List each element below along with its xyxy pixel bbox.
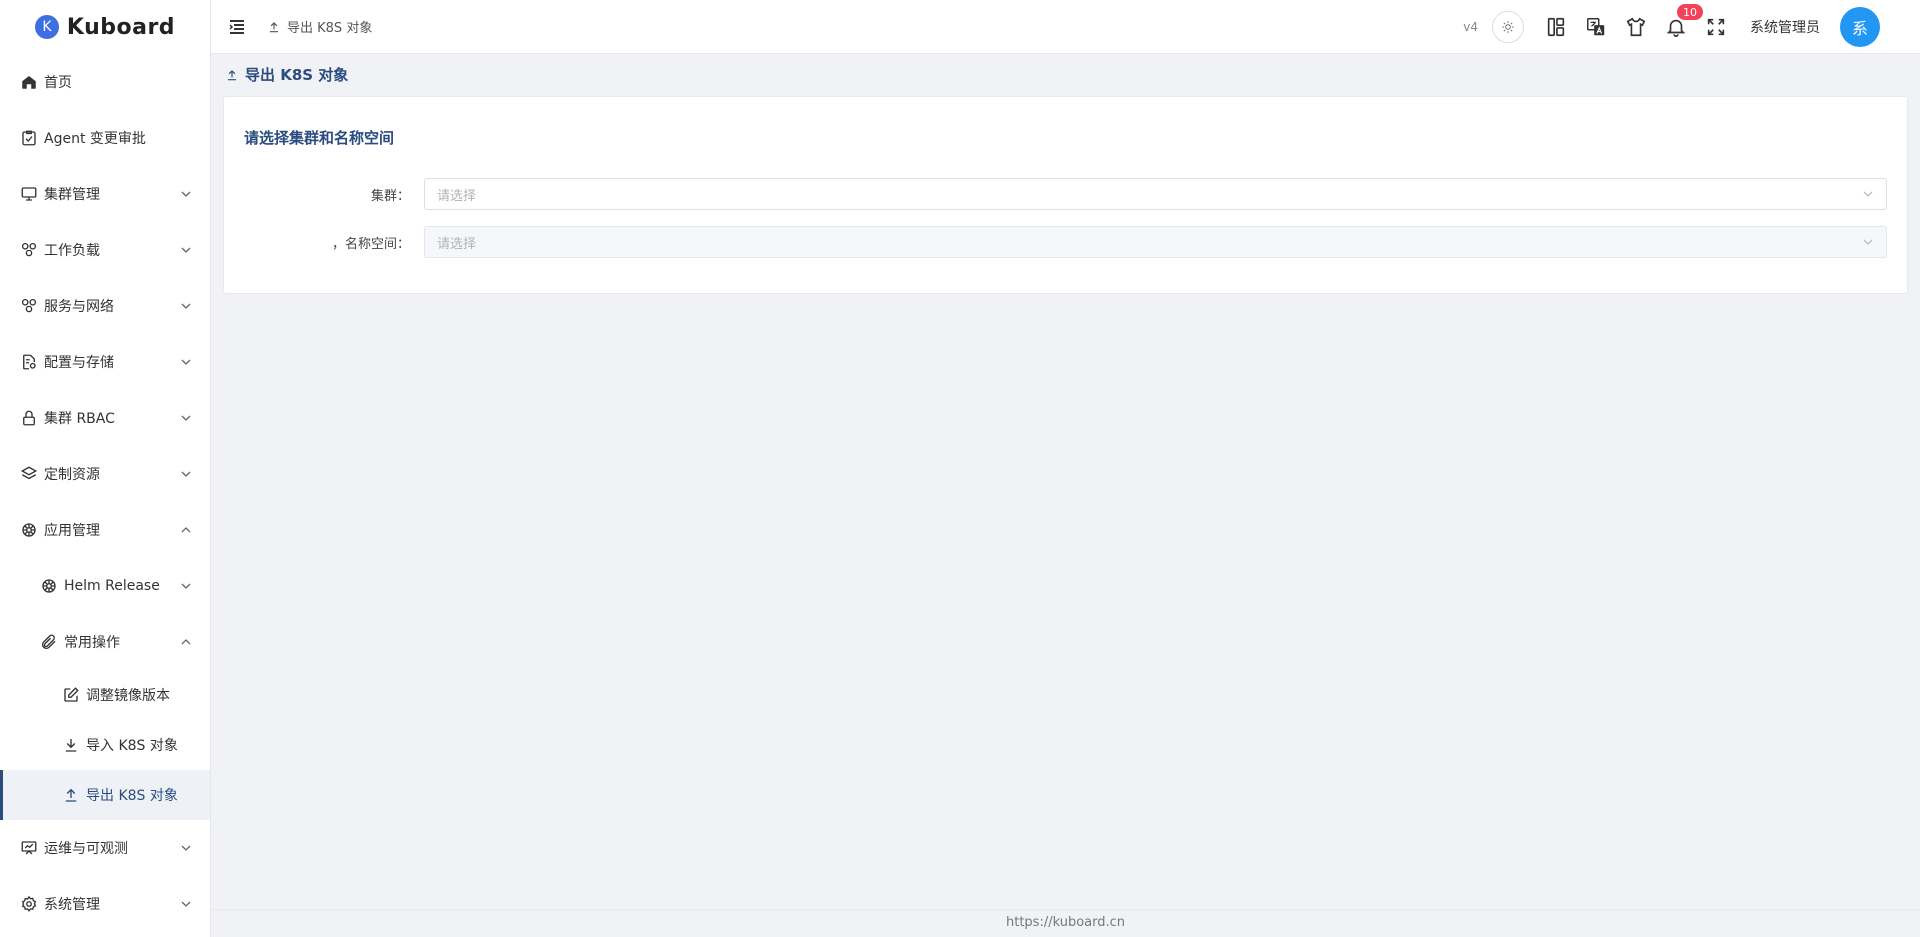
sidebar-item-label: 工作负载 (44, 243, 100, 259)
kuboard-logo-icon: K (34, 15, 59, 39)
home-icon (20, 73, 38, 91)
chevron-down-icon (180, 898, 192, 910)
footer: https://kuboard.cn (211, 909, 1920, 937)
breadcrumb-current[interactable]: 导出 K8S 对象 (287, 17, 372, 36)
sidebar-item-ops-observability[interactable]: 运维与可观测 (0, 820, 210, 876)
notification-bell-icon[interactable]: 10 (1664, 2, 1704, 39)
version-label: v4 (1463, 19, 1478, 34)
breadcrumb: 导出 K8S 对象 (267, 17, 372, 36)
sidebar-menu: 首页 Agent 变更审批 集群管理 工作负载 服务与网络 配置与存储 集群 R… (0, 54, 210, 932)
chevron-down-icon (180, 244, 192, 256)
namespace-label: ，名称空间： (331, 236, 410, 252)
sidebar-item-export-k8s-objects[interactable]: 导出 K8S 对象 (0, 770, 210, 820)
sidebar-item-service-network[interactable]: 服务与网络 (0, 278, 210, 334)
sidebar-item-label: 集群管理 (44, 187, 100, 203)
sun-icon (1502, 20, 1514, 33)
main-content: 导出 K8S 对象 请选择集群和名称空间 集群： 请选择 ，名称空间： 请选择 … (211, 54, 1920, 937)
card-title: 请选择集群和名称空间 (244, 129, 395, 147)
namespace-row: ，名称空间： 请选择 (224, 226, 1887, 258)
sidebar-item-config-storage[interactable]: 配置与存储 (0, 334, 210, 390)
sidebar-item-helm-release[interactable]: Helm Release (0, 558, 210, 614)
edit-icon (62, 686, 80, 704)
sidebar-item-agent-approval[interactable]: Agent 变更审批 (0, 110, 210, 166)
chevron-down-icon (180, 300, 192, 312)
namespace-select[interactable]: 请选择 (424, 226, 1887, 258)
page-title-text: 导出 K8S 对象 (245, 66, 349, 84)
network-icon (20, 297, 38, 315)
chevron-down-icon (180, 468, 192, 480)
upload-icon (267, 20, 281, 34)
theme-toggle-button[interactable] (1492, 10, 1524, 43)
sidebar-item-label: Helm Release (64, 578, 160, 594)
sidebar-item-label: 首页 (44, 75, 72, 91)
app-name: Kuboard (66, 14, 176, 40)
sidebar-item-label: 定制资源 (44, 467, 100, 483)
tshirt-icon[interactable] (1624, 15, 1648, 39)
layers-icon (20, 465, 38, 483)
chevron-down-icon (180, 356, 192, 368)
cluster-label: 集群： (370, 188, 410, 204)
avatar[interactable]: 系 (1840, 6, 1880, 47)
username[interactable]: 系统管理员 (1750, 17, 1820, 37)
sidebar-item-custom-resources[interactable]: 定制资源 (0, 446, 210, 502)
sidebar-item-cluster-management[interactable]: 集群管理 (0, 166, 210, 222)
sidebar-item-workloads[interactable]: 工作负载 (0, 222, 210, 278)
sidebar-item-label: 集群 RBAC (44, 411, 115, 427)
chevron-down-icon (180, 412, 192, 424)
sidebar-item-app-management[interactable]: 应用管理 (0, 502, 210, 558)
helm-icon (20, 521, 38, 539)
lock-icon (20, 409, 38, 427)
sidebar: K Kuboard 首页 Agent 变更审批 集群管理 工作负载 服务与网络 … (0, 0, 211, 937)
sidebar-item-label: 配置与存储 (44, 355, 114, 371)
sidebar-item-import-k8s-objects[interactable]: 导入 K8S 对象 (0, 720, 210, 770)
chevron-down-icon (180, 580, 192, 592)
sidebar-item-system-management[interactable]: 系统管理 (0, 876, 210, 932)
notification-badge: 10 (1676, 2, 1704, 21)
sidebar-item-label: 服务与网络 (44, 299, 114, 315)
paperclip-icon (40, 633, 58, 651)
menu-toggle-icon[interactable] (227, 17, 247, 37)
sidebar-item-label: 调整镜像版本 (86, 688, 170, 704)
sidebar-item-cluster-rbac[interactable]: 集群 RBAC (0, 390, 210, 446)
chevron-up-icon (180, 524, 192, 536)
sidebar-item-label: 常用操作 (64, 635, 120, 651)
cluster-select[interactable]: 请选择 (424, 178, 1887, 210)
sidebar-item-label: 应用管理 (44, 523, 100, 539)
sidebar-item-label: Agent 变更审批 (44, 131, 146, 147)
translate-icon[interactable] (1584, 15, 1608, 39)
sidebar-item-label: 系统管理 (44, 897, 100, 913)
chevron-down-icon (180, 842, 192, 854)
namespace-select-placeholder: 请选择 (437, 236, 477, 252)
helm-icon (40, 577, 58, 595)
config-icon (20, 353, 38, 371)
chevron-down-icon (1862, 236, 1874, 248)
cluster-select-placeholder: 请选择 (437, 188, 477, 204)
logo[interactable]: K Kuboard (0, 0, 210, 54)
download-icon (62, 736, 80, 754)
footer-link[interactable]: https://kuboard.cn (1006, 915, 1125, 930)
sidebar-item-adjust-image-version[interactable]: 调整镜像版本 (0, 670, 210, 720)
page-title: 导出 K8S 对象 (225, 64, 348, 85)
fullscreen-icon[interactable] (1704, 15, 1728, 39)
cluster-row: 集群： 请选择 (224, 178, 1887, 210)
gear-icon (20, 895, 38, 913)
dashboard-icon (20, 839, 38, 857)
chevron-up-icon (180, 636, 192, 648)
workload-icon (20, 241, 38, 259)
approval-icon (20, 129, 38, 147)
header-actions: v4 10 系统管理员 系 (1463, 0, 1920, 54)
upload-icon (62, 786, 80, 804)
top-header: 导出 K8S 对象 v4 10 系统管理员 系 (211, 0, 1920, 54)
chevron-down-icon (180, 188, 192, 200)
sidebar-item-label: 运维与可观测 (44, 841, 128, 857)
selection-card: 请选择集群和名称空间 集群： 请选择 ，名称空间： 请选择 (223, 96, 1908, 294)
layout-icon[interactable] (1544, 15, 1568, 39)
sidebar-item-common-operations[interactable]: 常用操作 (0, 614, 210, 670)
monitor-icon (20, 185, 38, 203)
upload-icon (225, 68, 239, 82)
sidebar-item-label: 导出 K8S 对象 (86, 788, 178, 804)
sidebar-item-home[interactable]: 首页 (0, 54, 210, 110)
sidebar-item-label: 导入 K8S 对象 (86, 738, 178, 754)
chevron-down-icon (1862, 188, 1874, 200)
